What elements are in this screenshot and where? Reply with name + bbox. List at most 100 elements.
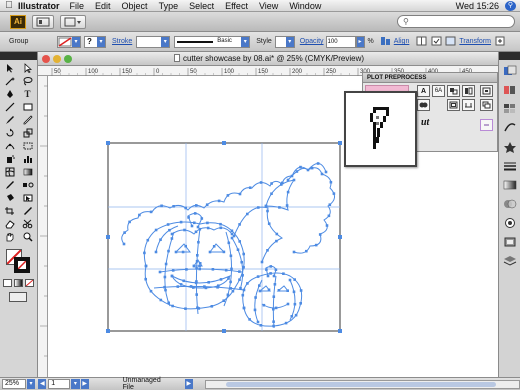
paintbrush-tool-icon[interactable] [1, 114, 18, 126]
selection-tool-icon[interactable] [1, 62, 18, 74]
plot-preprocess-title[interactable]: PLOT PREPROCESS [363, 73, 497, 83]
bridge-button[interactable] [32, 14, 54, 29]
pp-text-size-button[interactable]: 6A [432, 85, 445, 97]
status-menu-arrow-icon[interactable]: ▶ [184, 379, 193, 389]
artboard-dropdown-arrow-icon[interactable]: ▾ [70, 379, 80, 389]
menu-window[interactable]: Window [289, 1, 321, 11]
scale-tool-icon[interactable] [19, 127, 36, 139]
gradient-panel-icon[interactable] [502, 178, 518, 191]
live-paint-bucket-tool-icon[interactable] [1, 192, 18, 204]
symbols-panel-icon[interactable] [502, 140, 518, 153]
tools-panel-header[interactable] [0, 52, 37, 60]
vertical-ruler[interactable] [38, 76, 48, 377]
menu-edit[interactable]: Edit [95, 1, 111, 11]
clock[interactable]: Wed 15:26 [456, 1, 499, 11]
warp-tool-icon[interactable] [1, 140, 18, 152]
help-search-input[interactable]: ⚲ [397, 15, 515, 28]
menu-type[interactable]: Type [159, 1, 179, 11]
symbol-sprayer-tool-icon[interactable] [1, 153, 18, 165]
zoom-window-icon[interactable] [64, 55, 72, 63]
direct-selection-tool-icon[interactable] [19, 62, 36, 74]
graphic-style-dropdown[interactable]: ▾ [274, 35, 295, 48]
artboard-number-field[interactable]: 1 [48, 379, 70, 389]
pp-weld-icon[interactable] [417, 99, 430, 111]
pp-rotate-icon[interactable] [447, 85, 460, 97]
stroke-swatch[interactable] [14, 257, 30, 273]
fill-color-dropdown[interactable]: ▾ [57, 35, 81, 48]
minimize-window-icon[interactable] [53, 55, 61, 63]
dock-header[interactable] [499, 52, 520, 60]
pp-flip-icon[interactable] [462, 85, 475, 97]
zoom-dropdown-arrow-icon[interactable]: ▾ [26, 379, 36, 389]
appearance-panel-icon[interactable] [502, 216, 518, 229]
pp-text-icon[interactable]: A [417, 85, 430, 97]
stroke-label[interactable]: Stroke [112, 38, 132, 45]
none-mode-icon[interactable] [25, 279, 34, 287]
horizontal-scrollbar[interactable] [204, 379, 520, 389]
free-transform-tool-icon[interactable] [19, 140, 36, 152]
menu-select[interactable]: Select [189, 1, 214, 11]
pp-bridge-icon[interactable] [462, 99, 475, 111]
align-label[interactable]: Align [394, 38, 410, 45]
gradient-tool-icon[interactable] [19, 166, 36, 178]
column-graph-tool-icon[interactable] [19, 153, 36, 165]
horizontal-scroll-thumb[interactable] [225, 381, 496, 387]
color-mode-icon[interactable] [3, 279, 12, 287]
align-icon[interactable] [380, 36, 391, 48]
next-artboard-icon[interactable]: ▶ [80, 379, 89, 389]
eyedropper-tool-icon[interactable] [1, 179, 18, 191]
arrange-documents-button[interactable] [60, 14, 86, 29]
zoom-level-field[interactable]: 25% [2, 379, 26, 389]
spotlight-icon[interactable]: ⚲ [505, 0, 516, 11]
brushes-panel-icon[interactable] [502, 121, 518, 134]
color-panel-icon[interactable] [502, 64, 518, 77]
blend-tool-icon[interactable] [19, 179, 36, 191]
menu-object[interactable]: Object [122, 1, 148, 11]
transform-label[interactable]: Transform [459, 38, 491, 45]
pp-group-icon[interactable] [480, 85, 493, 97]
pp-duplicate-icon[interactable] [480, 99, 493, 111]
graphic-styles-panel-icon[interactable] [502, 235, 518, 248]
rectangle-tool-icon[interactable] [19, 101, 36, 113]
reference-point-icon[interactable] [445, 36, 456, 48]
pp-offset-icon[interactable] [447, 99, 460, 111]
pen-tool-icon[interactable] [1, 88, 18, 100]
screen-mode-icon[interactable] [9, 292, 27, 302]
opacity-label[interactable]: Opacity [300, 38, 324, 45]
brush-definition-dropdown[interactable]: Basic ▾ [174, 35, 251, 48]
apple-menu-icon[interactable]:  [0, 0, 18, 11]
transparency-panel-icon[interactable] [502, 197, 518, 210]
lasso-tool-icon[interactable] [19, 75, 36, 87]
menu-view[interactable]: View [259, 1, 278, 11]
first-artboard-icon[interactable]: ◀ [38, 379, 47, 389]
menu-effect[interactable]: Effect [225, 1, 248, 11]
line-segment-tool-icon[interactable] [1, 101, 18, 113]
mesh-tool-icon[interactable] [1, 166, 18, 178]
document-title-bar[interactable]: cutter showcase by 08.ai* @ 25% (CMYK/Pr… [38, 52, 500, 66]
layers-panel-icon[interactable] [502, 254, 518, 267]
magic-wand-tool-icon[interactable] [1, 75, 18, 87]
more-options-icon[interactable] [495, 36, 505, 48]
type-tool-icon[interactable]: T [19, 88, 36, 100]
swatches-panel-icon[interactable] [502, 102, 518, 115]
opacity-dropdown-button[interactable]: ▸ [355, 35, 365, 48]
stroke-panel-icon[interactable] [502, 159, 518, 172]
live-paint-selection-tool-icon[interactable] [19, 192, 36, 204]
stroke-color-dropdown[interactable]: ? ▾ [84, 35, 106, 48]
gradient-mode-icon[interactable] [14, 279, 23, 287]
isolate-group-icon[interactable] [431, 36, 442, 48]
opacity-field[interactable]: 100 [325, 35, 356, 48]
menu-file[interactable]: File [70, 1, 85, 11]
rotate-tool-icon[interactable] [1, 127, 18, 139]
scissors-tool-icon[interactable] [19, 218, 36, 230]
pencil-tool-icon[interactable] [19, 114, 36, 126]
pp-minus-icon[interactable] [480, 119, 493, 131]
hand-tool-icon[interactable] [1, 231, 18, 243]
stroke-weight-field[interactable]: ▾ [136, 35, 171, 48]
slice-tool-icon[interactable] [19, 205, 36, 217]
crop-area-tool-icon[interactable] [1, 205, 18, 217]
eraser-tool-icon[interactable] [1, 218, 18, 230]
transform-grid-icon[interactable] [416, 36, 427, 48]
zoom-tool-icon[interactable] [19, 231, 36, 243]
close-window-icon[interactable] [42, 55, 50, 63]
